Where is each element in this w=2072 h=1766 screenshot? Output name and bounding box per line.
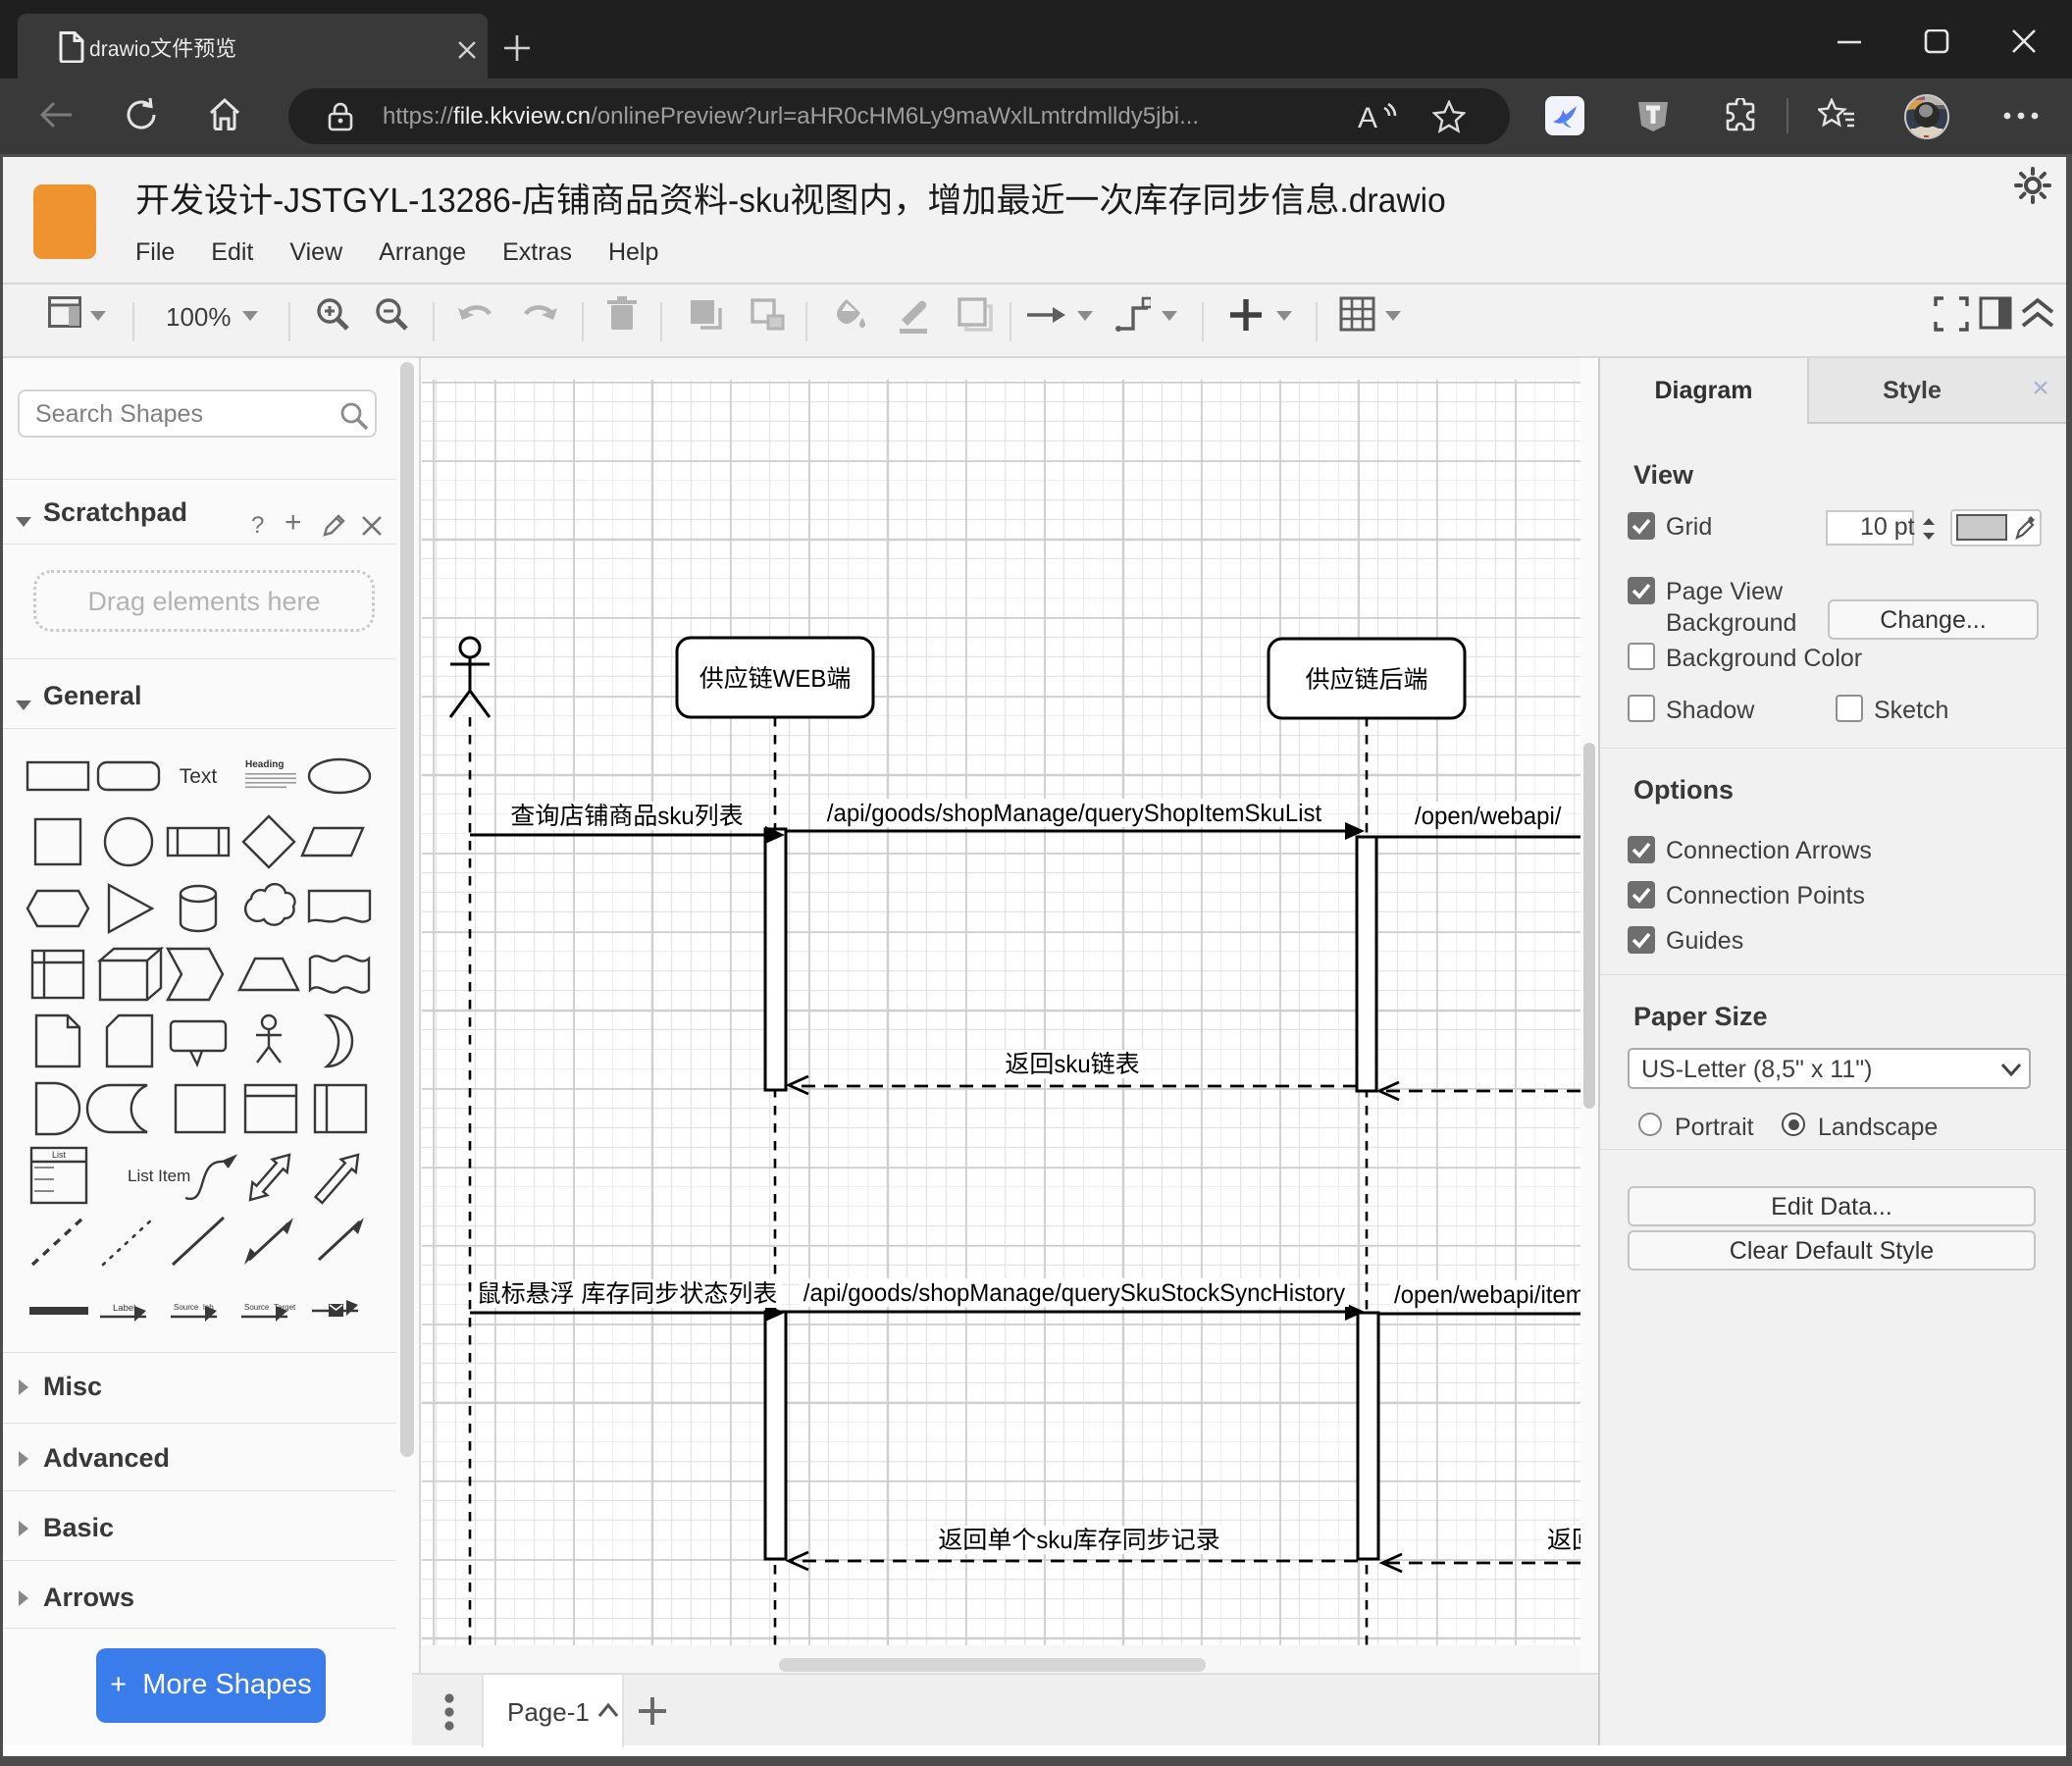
svg-text:Source: Source	[244, 1303, 270, 1312]
svg-text:Source: Source	[174, 1303, 199, 1312]
svg-text:Target: Target	[274, 1303, 296, 1312]
svg-text:Text: Text	[180, 765, 218, 788]
svg-text:Heading: Heading	[245, 759, 284, 770]
svg-text:lab: lab	[203, 1303, 214, 1312]
svg-text:Label: Label	[113, 1303, 135, 1314]
svg-text:List: List	[52, 1150, 67, 1160]
svg-text:List Item: List Item	[128, 1167, 190, 1185]
